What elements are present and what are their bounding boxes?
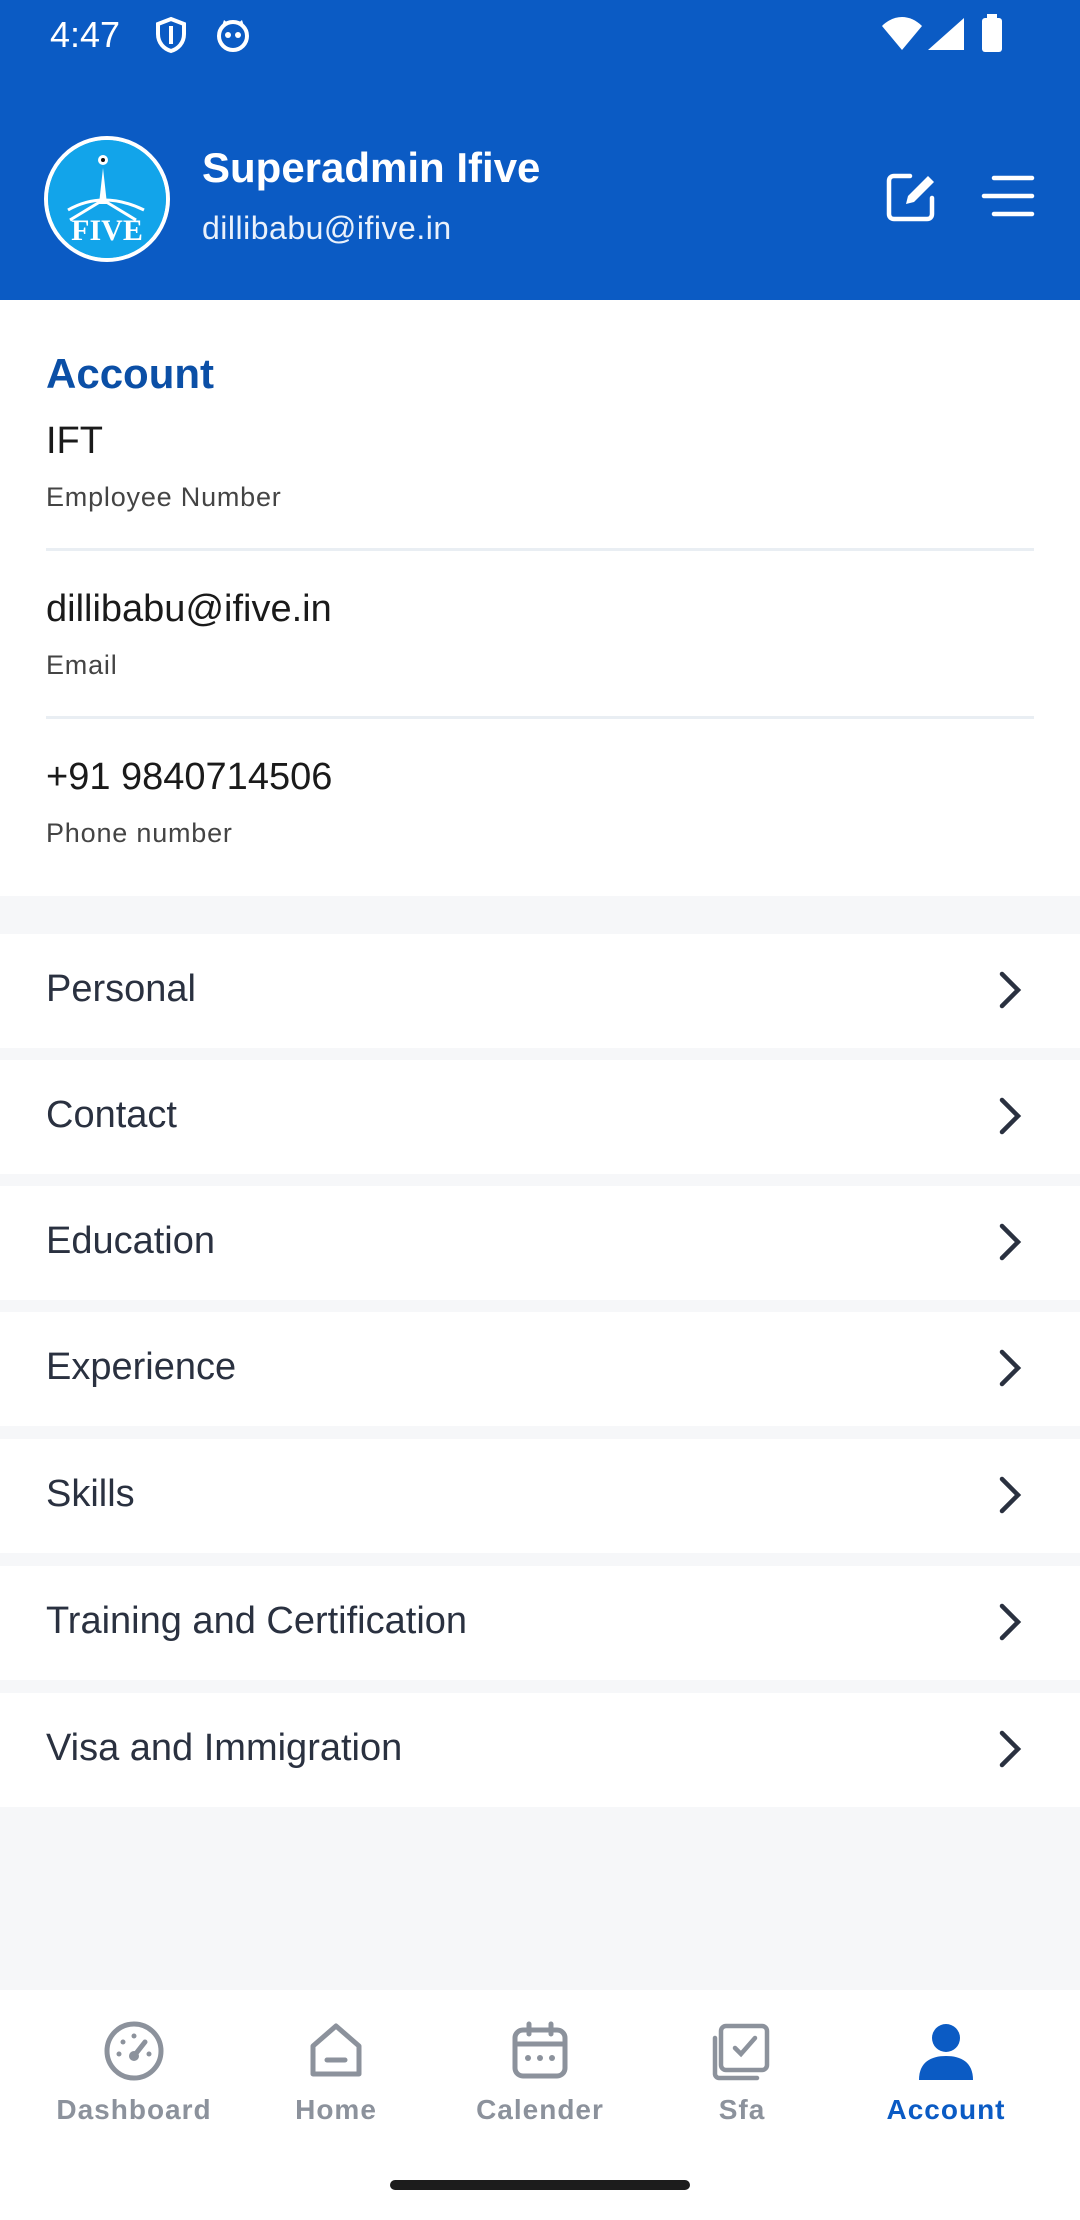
chevron-right-icon — [999, 1349, 1022, 1387]
menu-item-label: Skills — [46, 1473, 135, 1515]
divider — [46, 548, 1034, 551]
phone-label: Phone number — [46, 818, 233, 848]
menu-item-label: Education — [46, 1220, 216, 1262]
chevron-right-icon — [999, 1730, 1022, 1768]
menu-item-label: Visa and Immigration — [46, 1727, 403, 1769]
nav-sfa[interactable]: Sfa — [652, 2018, 832, 2138]
account-icon — [919, 2024, 973, 2080]
menu-item-label: Training and Certification — [46, 1600, 468, 1642]
menu-icon[interactable] — [980, 172, 1036, 220]
home-icon — [310, 2023, 362, 2077]
nav-dashboard[interactable]: Dashboard — [44, 2018, 224, 2138]
nav-label: Calender — [476, 2094, 604, 2125]
calendar-icon — [512, 2021, 568, 2079]
account-title: Account — [46, 350, 214, 397]
menu-item-visa-immigration[interactable]: Visa and Immigration — [0, 1693, 1080, 1807]
chevron-right-icon — [999, 1223, 1022, 1261]
menu-item-skills[interactable]: Skills — [0, 1439, 1080, 1553]
chevron-right-icon — [999, 971, 1022, 1009]
shield-icon — [156, 16, 186, 54]
menu-item-label: Experience — [46, 1346, 237, 1388]
nav-calender[interactable]: Calender — [450, 2018, 630, 2138]
dashboard-icon — [104, 2021, 164, 2081]
status-bar: 4:47 — [0, 0, 1080, 70]
cat-icon — [217, 20, 249, 52]
logo-graphic: FIVE — [48, 140, 166, 258]
menu-item-experience[interactable]: Experience — [0, 1312, 1080, 1426]
profile-name: Superadmin Ifive — [202, 144, 541, 191]
nav-label: Home — [295, 2094, 377, 2125]
employee-number-value: IFT — [46, 420, 103, 462]
email-value: dillibabu@ifive.in — [46, 588, 332, 630]
menu-item-personal[interactable]: Personal — [0, 934, 1080, 1048]
battery-icon — [982, 14, 1002, 52]
chevron-right-icon — [999, 1603, 1022, 1641]
svg-text:FIVE: FIVE — [71, 214, 143, 247]
menu-item-contact[interactable]: Contact — [0, 1060, 1080, 1174]
email-label: Email — [46, 650, 118, 680]
divider — [46, 716, 1034, 719]
nav-label: Account — [886, 2094, 1006, 2125]
nav-label: Sfa — [718, 2094, 766, 2125]
menu-item-label: Personal — [46, 968, 196, 1010]
status-time: 4:47 — [50, 14, 121, 55]
menu-item-education[interactable]: Education — [0, 1186, 1080, 1300]
nav-label: Dashboard — [56, 2094, 212, 2125]
wifi-icon — [882, 17, 922, 50]
sfa-icon — [712, 2023, 770, 2081]
phone-value: +91 9840714506 — [46, 756, 333, 798]
nav-home[interactable]: Home — [246, 2018, 426, 2138]
profile-email: dillibabu@ifive.in — [202, 210, 452, 246]
edit-icon[interactable] — [884, 168, 940, 224]
signal-icon — [928, 18, 964, 50]
menu-item-training-certification[interactable]: Training and Certification — [0, 1566, 1080, 1680]
company-logo: FIVE — [44, 136, 170, 262]
home-indicator[interactable] — [390, 2180, 690, 2190]
nav-account[interactable]: Account — [856, 2018, 1036, 2138]
menu-item-label: Contact — [46, 1094, 177, 1136]
employee-number-label: Employee Number — [46, 482, 282, 512]
chevron-right-icon — [999, 1097, 1022, 1135]
chevron-right-icon — [999, 1476, 1022, 1514]
